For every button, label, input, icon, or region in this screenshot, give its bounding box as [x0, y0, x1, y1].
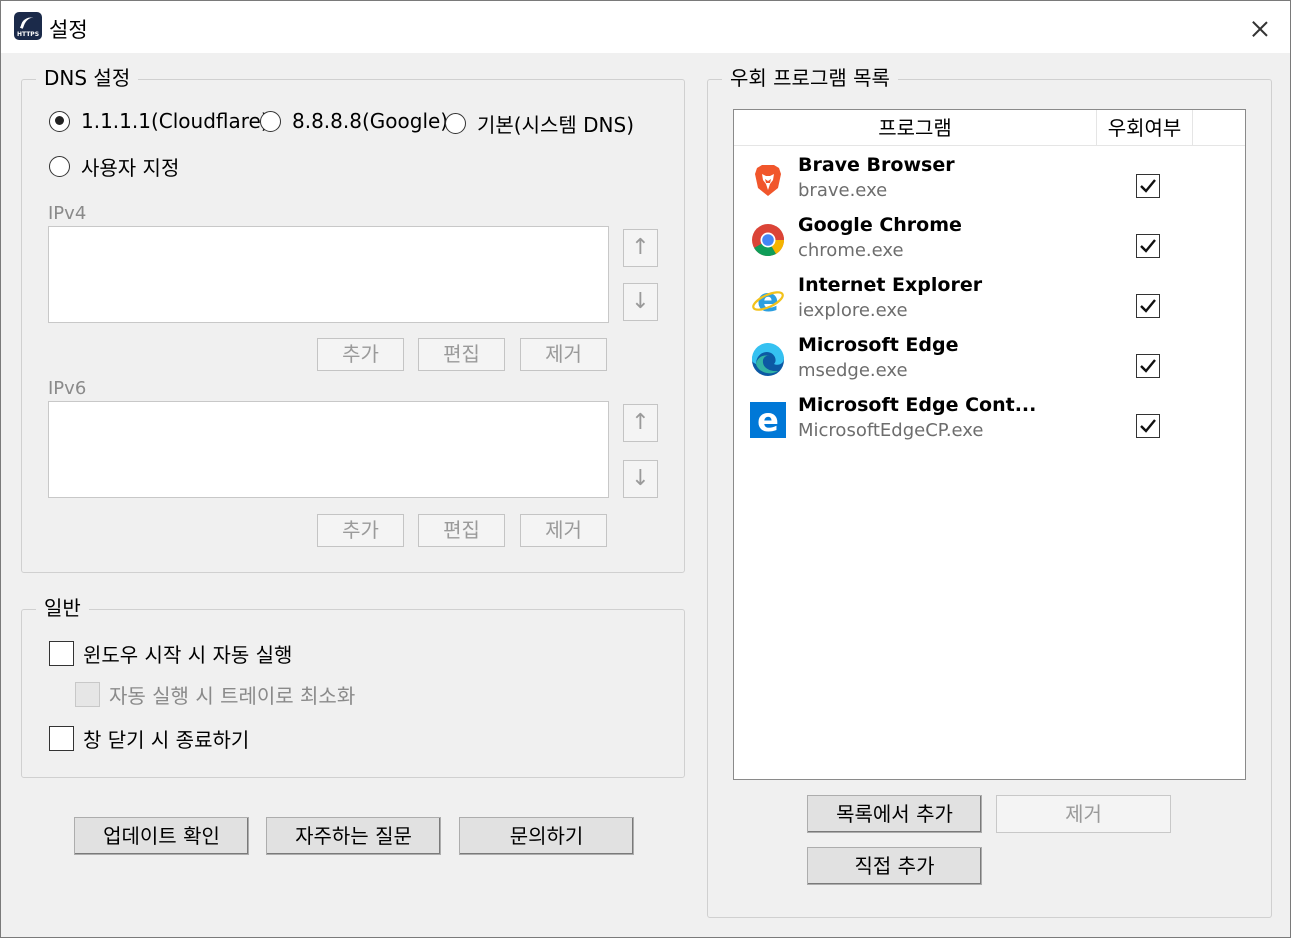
ipv6-remove-button[interactable]: 제거: [520, 514, 607, 547]
edge-icon: [751, 342, 784, 376]
faq-button[interactable]: 자주하는 질문: [266, 817, 441, 855]
ipv6-move-up-button[interactable]: ↑: [623, 404, 658, 442]
remove-program-button[interactable]: 제거: [996, 795, 1171, 833]
ipv6-label: IPv6: [48, 378, 87, 399]
window-title: 설정: [49, 18, 88, 42]
bypass-checkbox[interactable]: [1136, 234, 1160, 258]
checkmark-icon: [1140, 299, 1156, 313]
close-icon[interactable]: [1230, 1, 1290, 53]
radio-unselected-icon: [260, 110, 281, 132]
radio-google[interactable]: 8.8.8.8(Google): [260, 109, 448, 133]
list-item[interactable]: e Microsoft Edge Cont... MicrosoftEdgeCP…: [734, 394, 1245, 454]
ipv4-add-button[interactable]: 추가: [317, 338, 404, 371]
ipv6-add-button[interactable]: 추가: [317, 514, 404, 547]
radio-selected-icon: [49, 110, 70, 132]
program-exe: MicrosoftEdgeCP.exe: [798, 420, 984, 441]
bypass-checkbox[interactable]: [1136, 174, 1160, 198]
chrome-icon: [752, 224, 785, 257]
bypass-group-title: 우회 프로그램 목록: [722, 64, 898, 92]
radio-system-dns-label: 기본(시스템 DNS): [477, 113, 635, 137]
program-exe: chrome.exe: [798, 240, 904, 261]
program-name: Microsoft Edge: [798, 334, 959, 356]
program-exe: iexplore.exe: [798, 300, 908, 321]
radio-unselected-icon: [445, 113, 466, 134]
checkmark-icon: [1140, 179, 1156, 193]
column-header-bypass[interactable]: 우회여부: [1097, 110, 1193, 146]
list-item[interactable]: e Internet Explorer iexplore.exe: [734, 274, 1245, 334]
add-direct-button[interactable]: 직접 추가: [807, 847, 982, 885]
checkmark-icon: [1140, 359, 1156, 373]
list-item[interactable]: Microsoft Edge msedge.exe: [734, 334, 1245, 394]
app-icon-text: HTTPS: [16, 31, 40, 38]
ipv4-edit-button[interactable]: 편집: [418, 338, 505, 371]
radio-unselected-icon: [49, 156, 70, 177]
bypass-program-list[interactable]: 프로그램 우회여부 Brave Browser brave.exe Google…: [733, 109, 1246, 780]
autostart-label: 윈도우 시작 시 자동 실행: [83, 643, 293, 667]
exit-on-close-checkbox[interactable]: 창 닫기 시 종료하기: [49, 724, 249, 753]
svg-text:e: e: [757, 282, 779, 318]
radio-custom-label: 사용자 지정: [81, 156, 180, 180]
ipv4-list[interactable]: [48, 226, 609, 323]
checkmark-icon: [1140, 239, 1156, 253]
list-item[interactable]: Google Chrome chrome.exe: [734, 214, 1245, 274]
ipv4-move-down-button[interactable]: ↓: [623, 283, 658, 321]
program-exe: msedge.exe: [798, 360, 908, 381]
minimize-to-tray-label: 자동 실행 시 트레이로 최소화: [109, 684, 356, 708]
ipv6-move-down-button[interactable]: ↓: [623, 460, 658, 498]
bypass-checkbox[interactable]: [1136, 354, 1160, 378]
ie-icon: e: [752, 282, 784, 318]
ipv4-remove-button[interactable]: 제거: [520, 338, 607, 371]
brave-icon: [755, 165, 781, 196]
check-update-button[interactable]: 업데이트 확인: [74, 817, 249, 855]
checkbox-box: [75, 682, 100, 707]
radio-system-dns[interactable]: 기본(시스템 DNS): [445, 109, 634, 138]
radio-custom[interactable]: 사용자 지정: [49, 152, 179, 181]
program-exe: brave.exe: [798, 180, 888, 201]
checkbox-box: [49, 726, 74, 751]
ipv6-list[interactable]: [48, 401, 609, 498]
column-header-program[interactable]: 프로그램: [734, 110, 1097, 146]
radio-google-label: 8.8.8.8(Google): [292, 109, 449, 133]
add-from-list-button[interactable]: 목록에서 추가: [807, 795, 982, 833]
checkmark-icon: [1140, 419, 1156, 433]
minimize-to-tray-checkbox[interactable]: 자동 실행 시 트레이로 최소화: [75, 680, 355, 709]
list-header: 프로그램 우회여부: [734, 110, 1245, 146]
radio-cloudflare[interactable]: 1.1.1.1(Cloudflare): [49, 109, 269, 133]
checkbox-box: [49, 641, 74, 666]
app-icon: HTTPS: [14, 12, 42, 40]
exit-on-close-label: 창 닫기 시 종료하기: [83, 728, 250, 752]
program-name: Brave Browser: [798, 154, 955, 176]
ipv4-move-up-button[interactable]: ↑: [623, 229, 658, 267]
program-name: Microsoft Edge Cont...: [798, 394, 1037, 416]
bypass-checkbox[interactable]: [1136, 294, 1160, 318]
radio-cloudflare-label: 1.1.1.1(Cloudflare): [81, 109, 269, 133]
list-item[interactable]: Brave Browser brave.exe: [734, 154, 1245, 214]
edge-legacy-icon: e: [750, 402, 786, 438]
program-name: Google Chrome: [798, 214, 962, 236]
autostart-checkbox[interactable]: 윈도우 시작 시 자동 실행: [49, 639, 292, 668]
settings-window: HTTPS 설정 DNS 설정 1.1.1.1(Cloudflare) 8.8.…: [0, 0, 1291, 938]
ipv4-label: IPv4: [48, 203, 87, 224]
svg-text:e: e: [757, 402, 779, 438]
ipv6-edit-button[interactable]: 편집: [418, 514, 505, 547]
contact-button[interactable]: 문의하기: [459, 817, 634, 855]
bypass-checkbox[interactable]: [1136, 414, 1160, 438]
program-name: Internet Explorer: [798, 274, 983, 296]
title-bar: HTTPS 설정: [1, 1, 1290, 53]
dns-group-title: DNS 설정: [36, 64, 139, 92]
general-group-title: 일반: [36, 594, 89, 622]
